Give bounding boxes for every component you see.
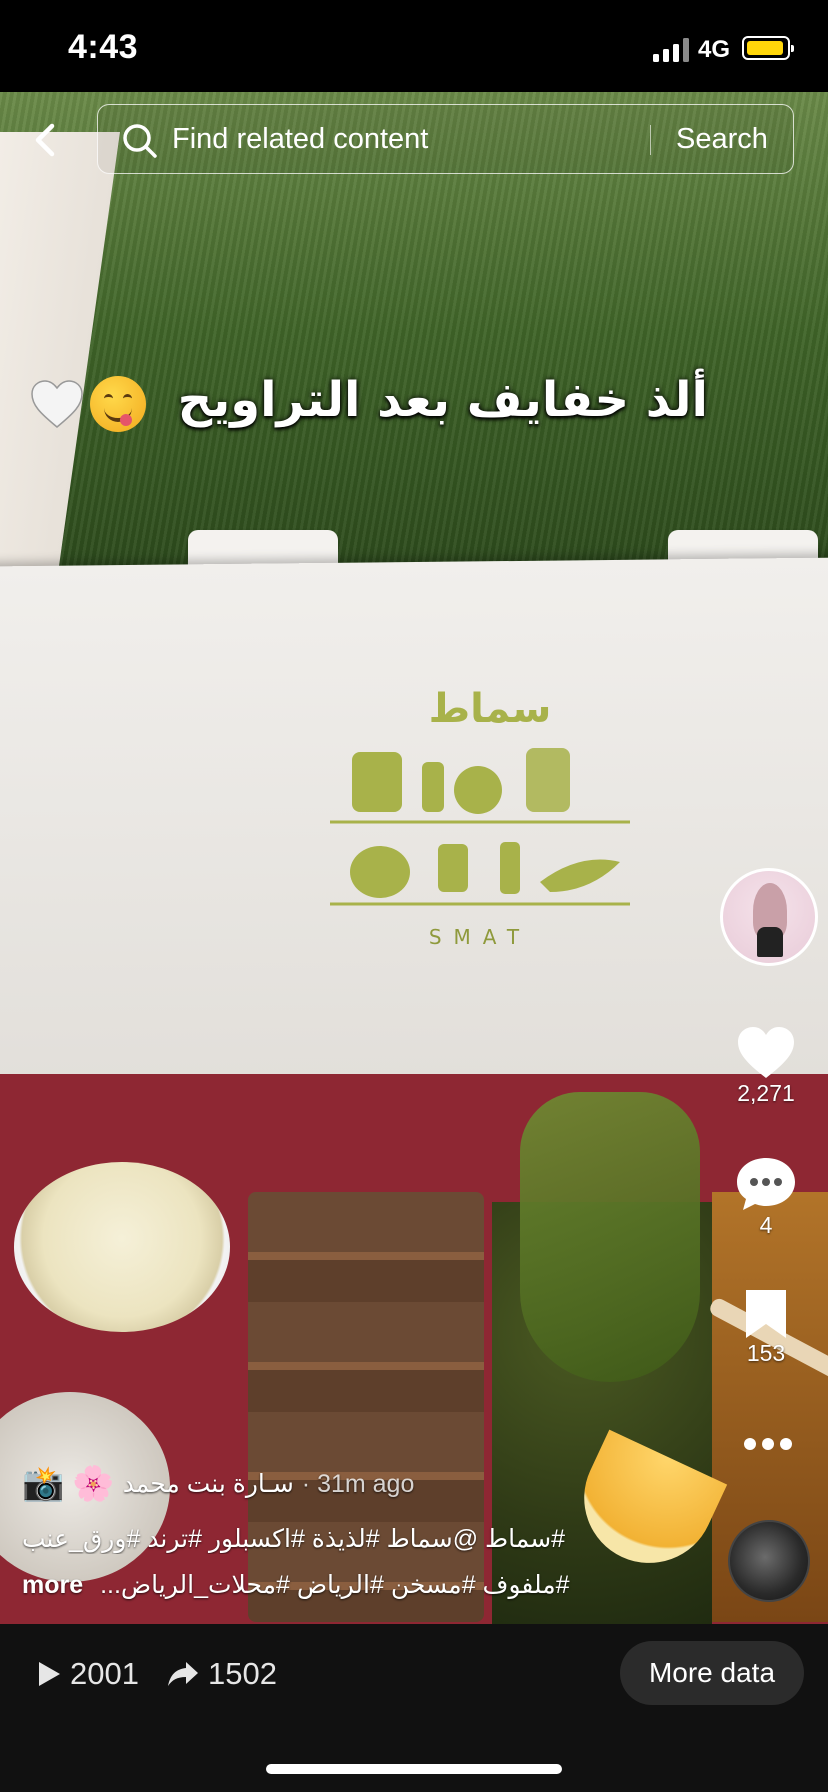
dip-bowl [14,1162,230,1332]
flower-icon: 🌸 [72,1465,115,1503]
play-icon [39,1662,60,1686]
search-bar[interactable]: Find related content Search [97,104,794,174]
camera-icon: 📸 [22,1465,65,1503]
comment-count: 4 [759,1212,773,1238]
save-count: 153 [746,1340,786,1366]
overlay-emojis [30,374,146,434]
back-button[interactable] [24,112,64,168]
stuffed-leaf [520,1092,700,1382]
status-time: 4:43 [68,28,139,66]
like-action[interactable]: 2,271 [714,1026,818,1107]
post-time: · 31m ago [301,1469,415,1498]
shares-stat: 1502 [166,1656,277,1692]
brand-logo-latin: SMAT [429,925,531,949]
caption-line-1: #سماط @سماط #لذيذة #اكسبلور #ترند #ورق_ع… [22,1525,566,1553]
search-divider [650,125,651,155]
search-button[interactable]: Search [676,123,768,156]
search-icon [123,124,157,158]
sound-disc-icon[interactable] [728,1520,810,1602]
save-action[interactable]: 153 [714,1288,818,1367]
more-options-icon[interactable] [742,1436,794,1452]
more-data-button[interactable]: More data [620,1641,804,1705]
status-bar: 4:43 4G [0,0,828,92]
yum-face-icon [90,376,146,432]
heart-icon[interactable] [736,1026,796,1080]
brand-logo-illustration: سماط SMAT [330,686,630,949]
share-arrow-icon [168,1662,198,1686]
caption-more-link[interactable]: more [22,1571,83,1599]
like-count: 2,271 [737,1080,795,1106]
battery-icon [742,36,794,60]
author-name[interactable]: سـارة بنت محمد [123,1469,294,1499]
bookmark-icon[interactable] [744,1288,788,1340]
comment-icon[interactable] [735,1156,797,1212]
home-indicator[interactable] [266,1764,562,1774]
caption-line-2: more #ملفوف #مسخن #الرياض #محلات_الرياض.… [22,1570,622,1600]
video-player[interactable]: سماط SMAT [0,92,828,1624]
meat-rolls [248,1192,484,1622]
caption-line-2-text: #ملفوف #مسخن #الرياض #محلات_الرياض... [100,1571,570,1599]
comment-action[interactable]: 4 [714,1156,818,1239]
shares-count: 1502 [208,1656,277,1691]
creator-avatar[interactable] [720,868,818,966]
network-type: 4G [698,36,731,63]
search-input[interactable]: Find related content [172,123,428,156]
white-heart-icon [31,380,83,428]
brand-logo-arabic: سماط [429,686,552,732]
plays-count: 2001 [70,1656,139,1691]
signal-icon [653,38,689,62]
plays-stat: 2001 [36,1656,139,1692]
author-line: 📸 🌸 سـارة بنت محمد · 31m ago [22,1462,582,1506]
